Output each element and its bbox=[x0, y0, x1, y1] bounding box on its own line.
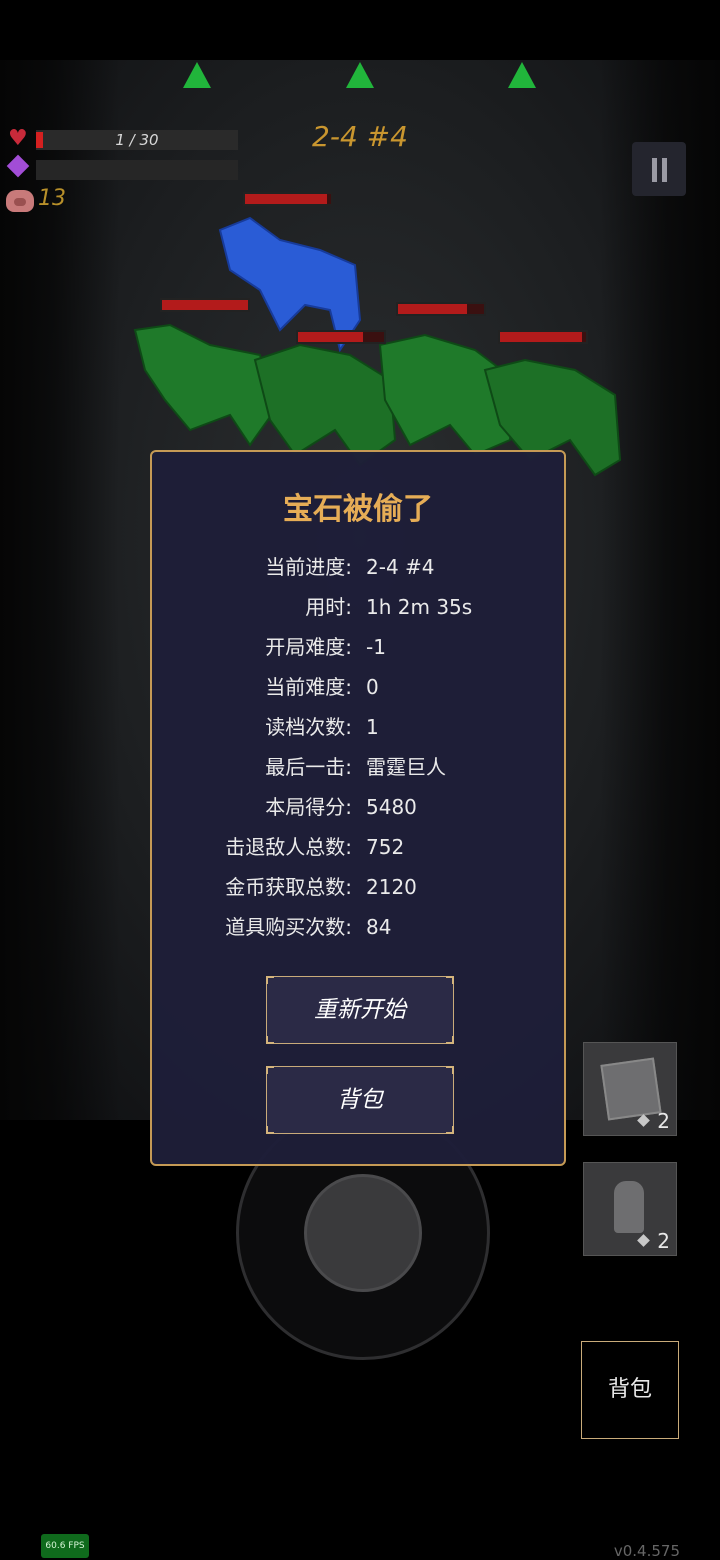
enemy-health-bar bbox=[296, 330, 386, 344]
spawn-marker-icon bbox=[183, 62, 211, 88]
left-foliage bbox=[0, 60, 120, 1120]
item-count: 2 bbox=[657, 1109, 670, 1133]
cube-icon bbox=[600, 1057, 662, 1121]
stat-row-time: 用时: 1h 2m 35s bbox=[152, 587, 564, 627]
right-foliage bbox=[600, 60, 720, 1120]
stat-row-progress: 当前进度: 2-4 #4 bbox=[152, 547, 564, 587]
stat-row-kills: 击退敌人总数: 752 bbox=[152, 827, 564, 867]
stat-label: 当前难度: bbox=[265, 675, 352, 699]
enemy-health-bar bbox=[243, 192, 333, 206]
game-over-dialog: 宝石被偷了 当前进度: 2-4 #4 用时: 1h 2m 35s 开局难度: -… bbox=[150, 450, 566, 1166]
stat-value: 752 bbox=[366, 835, 405, 859]
fps-counter: 60.6 FPS bbox=[41, 1534, 89, 1558]
enemy-health-bar bbox=[498, 330, 588, 344]
stat-label: 开局难度: bbox=[265, 635, 352, 659]
backpack-button-label: 背包 bbox=[337, 1087, 383, 1113]
stat-value: 84 bbox=[366, 915, 392, 939]
stat-label: 金币获取总数: bbox=[225, 875, 352, 899]
stat-row-current-difficulty: 当前难度: 0 bbox=[152, 667, 564, 707]
stat-row-last-hit: 最后一击: 雷霆巨人 bbox=[152, 747, 564, 787]
item-slot-statue[interactable]: 2 bbox=[583, 1162, 677, 1256]
item-count: 2 bbox=[657, 1229, 670, 1253]
stat-value: 1 bbox=[366, 715, 379, 739]
statue-icon bbox=[614, 1181, 644, 1233]
joystick-knob[interactable] bbox=[304, 1174, 422, 1292]
heart-icon: ♥ bbox=[8, 126, 28, 151]
stage-label: 2-4 #4 bbox=[312, 120, 408, 153]
stat-label: 击退敌人总数: bbox=[225, 835, 352, 859]
stat-label: 当前进度: bbox=[265, 555, 352, 579]
stat-value: 雷霆巨人 bbox=[366, 755, 446, 779]
stat-value: 1h 2m 35s bbox=[366, 595, 473, 619]
item-slot-cube[interactable]: 2 bbox=[583, 1042, 677, 1136]
stat-row-start-difficulty: 开局难度: -1 bbox=[152, 627, 564, 667]
stat-value: 0 bbox=[366, 675, 379, 699]
dialog-backpack-button[interactable]: 背包 bbox=[266, 1066, 454, 1134]
stat-row-score: 本局得分: 5480 bbox=[152, 787, 564, 827]
stat-row-loads: 读档次数: 1 bbox=[152, 707, 564, 747]
enemy-health-bar bbox=[396, 302, 486, 316]
piggy-bank-icon bbox=[6, 190, 34, 212]
version-label: v0.4.575 bbox=[613, 1542, 680, 1560]
restart-button[interactable]: 重新开始 bbox=[266, 976, 454, 1044]
stat-label: 用时: bbox=[305, 595, 352, 619]
health-bar: 1 / 30 bbox=[36, 130, 238, 150]
stat-value: -1 bbox=[366, 635, 386, 659]
stat-value: 5480 bbox=[366, 795, 417, 819]
stat-label: 本局得分: bbox=[265, 795, 352, 819]
restart-button-label: 重新开始 bbox=[314, 997, 406, 1023]
stat-value: 2120 bbox=[366, 875, 417, 899]
pause-button[interactable] bbox=[632, 142, 686, 196]
stat-row-gold: 金币获取总数: 2120 bbox=[152, 867, 564, 907]
health-text: 1 / 30 bbox=[115, 131, 159, 149]
backpack-button[interactable]: 背包 bbox=[581, 1341, 679, 1439]
dialog-title: 宝石被偷了 bbox=[283, 492, 433, 527]
spawn-marker-icon bbox=[346, 62, 374, 88]
gem-bar bbox=[36, 160, 238, 180]
stat-value: 2-4 #4 bbox=[366, 555, 435, 579]
stat-label: 读档次数: bbox=[265, 715, 352, 739]
stat-row-purchases: 道具购买次数: 84 bbox=[152, 907, 564, 947]
stat-label: 最后一击: bbox=[265, 755, 352, 779]
stat-label: 道具购买次数: bbox=[225, 915, 352, 939]
spawn-marker-icon bbox=[508, 62, 536, 88]
diamond-icon bbox=[637, 1234, 650, 1247]
enemy-health-bar bbox=[160, 298, 250, 312]
coin-count: 13 bbox=[38, 186, 66, 211]
